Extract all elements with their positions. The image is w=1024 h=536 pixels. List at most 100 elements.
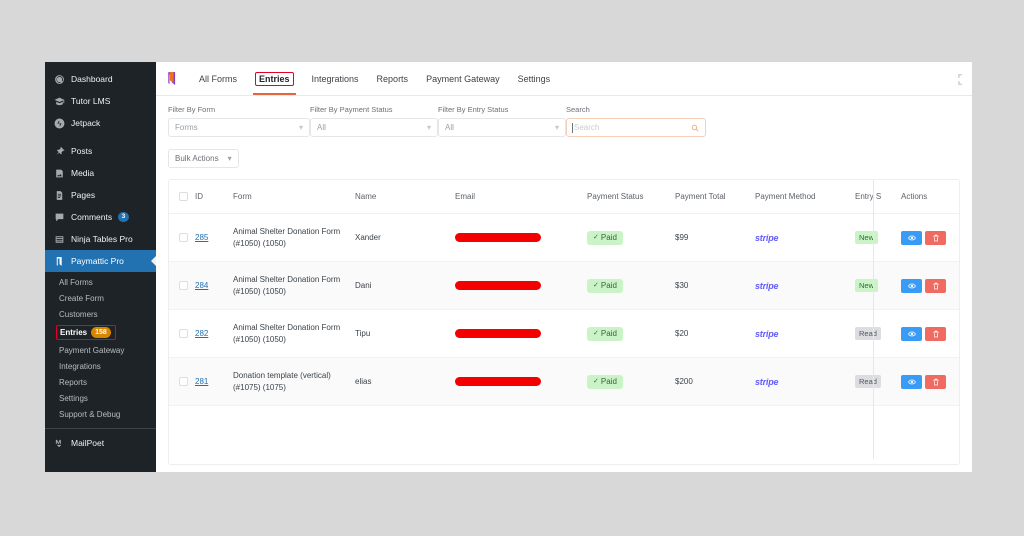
delete-entry-button[interactable] — [925, 326, 946, 341]
sidebar-item-jetpack[interactable]: Jetpack — [45, 112, 156, 134]
tab-settings[interactable]: Settings — [509, 62, 560, 95]
submenu-label: Customers — [59, 309, 98, 319]
redacted-email — [455, 377, 541, 386]
tab-payment-gateway[interactable]: Payment Gateway — [417, 62, 509, 95]
delete-entry-button[interactable] — [925, 278, 946, 293]
submenu-item-integrations[interactable]: Integrations — [45, 358, 156, 374]
filter-by-entry-status-select[interactable]: All ▾ — [438, 118, 566, 137]
tab-label: All Forms — [199, 73, 237, 84]
form-name: Animal Shelter Donation Form (#1050) (10… — [233, 323, 341, 344]
entry-id-link[interactable]: 285 — [195, 233, 208, 242]
sidebar-item-tutor-lms[interactable]: Tutor LMS — [45, 90, 156, 112]
check-icon: ✓ — [593, 282, 599, 289]
gauge-icon — [54, 74, 65, 85]
header-entry-status[interactable]: Entry S — [855, 180, 901, 214]
row-checkbox[interactable] — [179, 233, 188, 242]
filter-by-entry-status-value: All — [445, 123, 454, 132]
entry-status-badge: Read — [855, 327, 881, 340]
pin-icon — [54, 146, 65, 157]
media-icon — [54, 168, 65, 179]
sidebar-item-paymattic-pro[interactable]: Paymattic Pro — [45, 250, 156, 272]
tab-entries[interactable]: Entries — [246, 62, 303, 95]
row-actions — [901, 326, 959, 341]
submenu-item-customers[interactable]: Customers — [45, 306, 156, 322]
sidebar-item-label: Jetpack — [71, 118, 101, 128]
filter-by-payment-status-select[interactable]: All ▾ — [310, 118, 438, 137]
row-entry-status-cell: Read — [855, 357, 901, 406]
submenu-label: Support & Debug — [59, 409, 121, 419]
search-text-wrap: Search — [572, 122, 599, 133]
submenu-item-support-debug[interactable]: Support & Debug — [45, 406, 156, 422]
header-id[interactable]: ID — [195, 180, 233, 214]
header-payment-total[interactable]: Payment Total — [675, 180, 755, 214]
filters-row: Filter By Form Forms ▾ Filter By Payment… — [156, 105, 972, 137]
row-checkbox[interactable] — [179, 377, 188, 386]
redacted-email — [455, 329, 541, 338]
row-select-cell — [169, 357, 195, 406]
submenu-item-all-forms[interactable]: All Forms — [45, 274, 156, 290]
entry-id-link[interactable]: 281 — [195, 377, 208, 386]
sidebar-item-dashboard[interactable]: Dashboard — [45, 68, 156, 90]
payment-status-label: Paid — [600, 329, 617, 338]
payment-status-label: Paid — [600, 233, 617, 242]
submenu-item-entries[interactable]: Entries 158 — [45, 322, 156, 342]
search-label: Search — [566, 105, 590, 114]
row-checkbox[interactable] — [179, 329, 188, 338]
form-name: Animal Shelter Donation Form (#1050) (10… — [233, 227, 341, 248]
view-entry-button[interactable] — [901, 230, 922, 245]
sidebar-item-ninja-tables-pro[interactable]: Ninja Tables Pro — [45, 228, 156, 250]
tab-integrations[interactable]: Integrations — [303, 62, 368, 95]
submenu-item-settings[interactable]: Settings — [45, 390, 156, 406]
header-select-all — [169, 180, 195, 214]
sidebar-item-pages[interactable]: Pages — [45, 184, 156, 206]
search-icon[interactable] — [691, 124, 699, 132]
view-entry-button[interactable] — [901, 374, 922, 389]
row-checkbox[interactable] — [179, 281, 188, 290]
submenu-item-payment-gateway[interactable]: Payment Gateway — [45, 342, 156, 358]
row-name-cell: Tipu — [355, 309, 455, 358]
redacted-email — [455, 281, 541, 290]
horizontal-scrollbar[interactable] — [169, 459, 959, 464]
table-row[interactable]: 282 Animal Shelter Donation Form (#1050)… — [169, 309, 959, 358]
header-payment-method[interactable]: Payment Method — [755, 180, 855, 214]
row-email-cell — [455, 357, 587, 406]
row-select-cell — [169, 309, 195, 358]
header-form[interactable]: Form — [233, 180, 355, 214]
sidebar-item-comments[interactable]: Comments 3 — [45, 206, 156, 228]
row-actions-cell — [901, 261, 959, 310]
row-actions-cell — [901, 309, 959, 358]
graduation-cap-icon — [54, 96, 65, 107]
header-email[interactable]: Email — [455, 180, 587, 214]
wp-admin-sidebar: Dashboard Tutor LMS Jetpack Posts Media … — [45, 62, 156, 472]
delete-entry-button[interactable] — [925, 374, 946, 389]
entry-id-link[interactable]: 282 — [195, 329, 208, 338]
filter-by-form-select[interactable]: Forms ▾ — [168, 118, 310, 137]
submenu-item-reports[interactable]: Reports — [45, 374, 156, 390]
table-row[interactable]: 281 Donation template (vertical) (#1075)… — [169, 357, 959, 406]
search-input[interactable]: Search — [566, 118, 706, 137]
stripe-logo-text: stripe — [755, 232, 779, 243]
submenu-item-create-form[interactable]: Create Form — [45, 290, 156, 306]
view-entry-button[interactable] — [901, 326, 922, 341]
bulk-actions-dropdown[interactable]: Bulk Actions ▾ — [168, 149, 239, 168]
filter-by-payment-status-label: Filter By Payment Status — [310, 105, 393, 114]
sidebar-item-media[interactable]: Media — [45, 162, 156, 184]
row-payment-status-cell: ✓ Paid — [587, 309, 675, 358]
sidebar-item-mailpoet[interactable]: MailPoet — [45, 432, 156, 454]
submenu-label: Entries — [60, 327, 88, 337]
table-row[interactable]: 284 Animal Shelter Donation Form (#1050)… — [169, 261, 959, 310]
table-row[interactable]: 285 Animal Shelter Donation Form (#1050)… — [169, 213, 959, 262]
filter-by-payment-status-group: Filter By Payment Status All ▾ — [310, 105, 438, 137]
select-all-checkbox[interactable] — [179, 192, 188, 201]
search-group: Search Search — [566, 105, 706, 137]
entry-id-link[interactable]: 284 — [195, 281, 208, 290]
tab-reports[interactable]: Reports — [368, 62, 418, 95]
expand-corner-icon[interactable] — [957, 74, 964, 85]
header-payment-status[interactable]: Payment Status — [587, 180, 675, 214]
delete-entry-button[interactable] — [925, 230, 946, 245]
sidebar-item-posts[interactable]: Posts — [45, 140, 156, 162]
entry-status-badge: Read — [855, 375, 881, 388]
tab-all-forms[interactable]: All Forms — [190, 62, 246, 95]
header-name[interactable]: Name — [355, 180, 455, 214]
view-entry-button[interactable] — [901, 278, 922, 293]
